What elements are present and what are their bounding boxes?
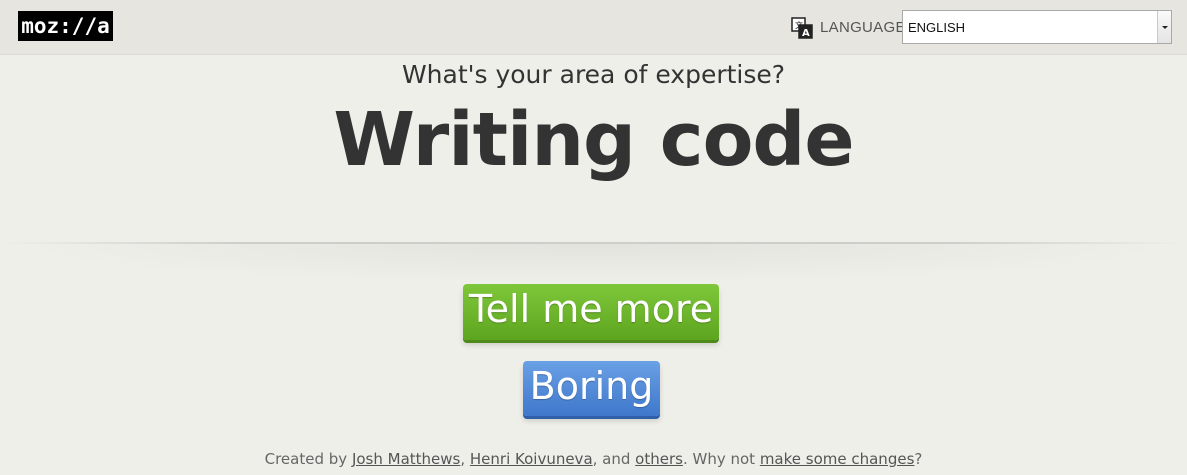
question-heading: What's your area of expertise? xyxy=(401,60,786,89)
translate-icon: 文 A xyxy=(791,17,813,39)
others-link[interactable]: others xyxy=(635,450,683,468)
language-label: LANGUAGE: xyxy=(820,19,911,36)
footer-sep2: , and xyxy=(592,450,636,468)
chevron-down-icon[interactable] xyxy=(1157,11,1171,43)
language-select-value: ENGLISH xyxy=(908,20,966,35)
language-select[interactable]: ENGLISH xyxy=(902,10,1172,44)
svg-text:A: A xyxy=(802,28,810,39)
top-bar: moz://a 文 A LANGUAGE: ENGLISH xyxy=(0,0,1187,55)
mozilla-logo[interactable]: moz://a xyxy=(18,11,113,41)
boring-button[interactable]: Boring xyxy=(523,361,660,416)
footer-sep1: , xyxy=(460,450,470,468)
make-changes-link[interactable]: make some changes xyxy=(760,450,915,468)
credits-footer: Created by Josh Matthews, Henri Koivunev… xyxy=(0,450,1187,468)
footer-prefix: Created by xyxy=(264,450,352,468)
divider-shadow xyxy=(0,244,1187,284)
footer-middle: . Why not xyxy=(682,450,760,468)
author-link-henri[interactable]: Henri Koivuneva xyxy=(470,450,593,468)
author-link-josh[interactable]: Josh Matthews xyxy=(352,450,460,468)
tell-me-more-button[interactable]: Tell me more xyxy=(463,284,719,340)
footer-suffix: ? xyxy=(914,450,923,468)
answer-title: Writing code xyxy=(333,97,854,183)
